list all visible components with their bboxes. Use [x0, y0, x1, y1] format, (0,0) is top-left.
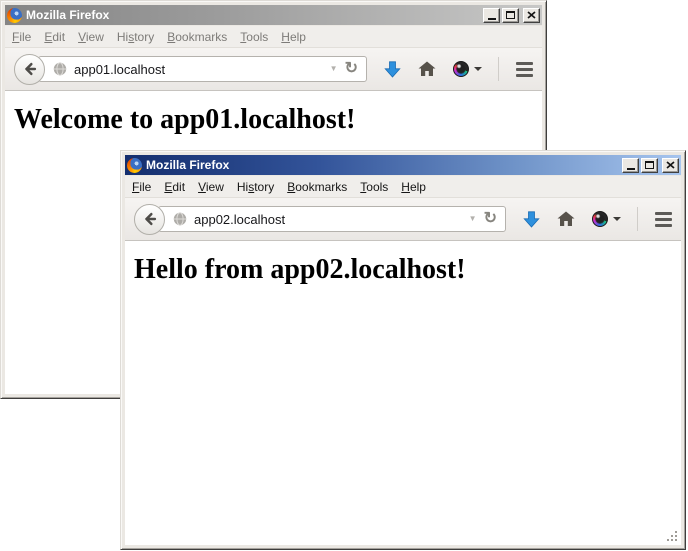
globe-icon: [173, 212, 187, 226]
menu-item-tools[interactable]: Tools: [240, 30, 268, 44]
url-bar[interactable]: app02.localhost ▼ ↻: [158, 206, 506, 232]
titlebar[interactable]: Mozilla Firefox: [5, 5, 542, 25]
menu-item-history[interactable]: History: [237, 180, 274, 194]
download-icon: [384, 61, 401, 78]
menu-button[interactable]: [655, 212, 672, 227]
window-title: Mozilla Firefox: [26, 8, 479, 22]
maximize-icon: [506, 11, 515, 19]
minimize-button[interactable]: [622, 158, 639, 173]
close-button[interactable]: [662, 158, 679, 173]
download-button[interactable]: [523, 211, 540, 228]
caption-buttons: [483, 8, 540, 23]
resize-grip-icon[interactable]: [666, 530, 679, 543]
back-button[interactable]: [134, 204, 165, 235]
back-arrow-icon: [142, 211, 158, 227]
menu-item-edit[interactable]: Edit: [44, 30, 65, 44]
menu-bar: File Edit View History Bookmarks Tools Help: [5, 26, 542, 48]
minimize-button[interactable]: [483, 8, 500, 23]
minimize-icon: [627, 168, 635, 170]
urlbar-dropdown-icon[interactable]: ▼: [469, 215, 477, 223]
menu-button[interactable]: [516, 62, 533, 77]
page-heading: Welcome to app01.localhost!: [14, 104, 542, 136]
hamburger-icon: [516, 62, 533, 77]
titlebar[interactable]: Mozilla Firefox: [125, 155, 681, 175]
globe-icon: [53, 62, 67, 76]
window-title: Mozilla Firefox: [146, 158, 618, 172]
close-icon: [527, 11, 536, 19]
hamburger-icon: [655, 212, 672, 227]
menu-item-bookmarks[interactable]: Bookmarks: [287, 180, 347, 194]
menu-item-history[interactable]: History: [117, 30, 154, 44]
menu-item-view[interactable]: View: [198, 180, 224, 194]
maximize-button[interactable]: [502, 8, 519, 23]
menu-item-help[interactable]: Help: [401, 180, 426, 194]
download-button[interactable]: [384, 61, 401, 78]
close-icon: [666, 161, 675, 169]
firefox-icon: [7, 8, 22, 23]
toolbar-separator: [637, 207, 638, 231]
navigation-toolbar: app01.localhost ▼ ↻: [5, 48, 542, 91]
page-content: Hello from app02.localhost!: [125, 241, 681, 545]
urlbar-dropdown-icon[interactable]: ▼: [330, 65, 338, 73]
home-button[interactable]: [418, 61, 436, 77]
home-button[interactable]: [557, 211, 575, 227]
menu-item-file[interactable]: File: [132, 180, 151, 194]
download-icon: [523, 211, 540, 228]
color-wheel-icon: [592, 211, 608, 227]
menu-item-bookmarks[interactable]: Bookmarks: [167, 30, 227, 44]
url-text[interactable]: app02.localhost: [194, 212, 462, 227]
menu-item-tools[interactable]: Tools: [360, 180, 388, 194]
minimize-icon: [488, 18, 496, 20]
close-button[interactable]: [523, 8, 540, 23]
extension-button[interactable]: [592, 211, 621, 227]
chevron-down-icon: [613, 217, 621, 221]
back-button[interactable]: [14, 54, 45, 85]
url-text[interactable]: app01.localhost: [74, 62, 323, 77]
maximize-button[interactable]: [641, 158, 658, 173]
back-arrow-icon: [22, 61, 38, 77]
menu-item-edit[interactable]: Edit: [164, 180, 185, 194]
menu-item-view[interactable]: View: [78, 30, 104, 44]
reload-button[interactable]: ↻: [484, 211, 497, 227]
caption-buttons: [622, 158, 679, 173]
menu-item-help[interactable]: Help: [281, 30, 306, 44]
firefox-window-app02[interactable]: Mozilla Firefox File Edit View History Bookm…: [120, 150, 686, 550]
maximize-icon: [645, 161, 654, 169]
home-icon: [557, 211, 575, 227]
navigation-toolbar: app02.localhost ▼ ↻: [125, 198, 681, 241]
reload-button[interactable]: ↻: [345, 61, 358, 77]
color-wheel-icon: [453, 61, 469, 77]
extension-button[interactable]: [453, 61, 482, 77]
menu-bar: File Edit View History Bookmarks Tools Help: [125, 176, 681, 198]
page-heading: Hello from app02.localhost!: [134, 254, 681, 286]
url-bar[interactable]: app01.localhost ▼ ↻: [38, 56, 367, 82]
toolbar-separator: [498, 57, 499, 81]
firefox-icon: [127, 158, 142, 173]
home-icon: [418, 61, 436, 77]
chevron-down-icon: [474, 67, 482, 71]
menu-item-file[interactable]: File: [12, 30, 31, 44]
